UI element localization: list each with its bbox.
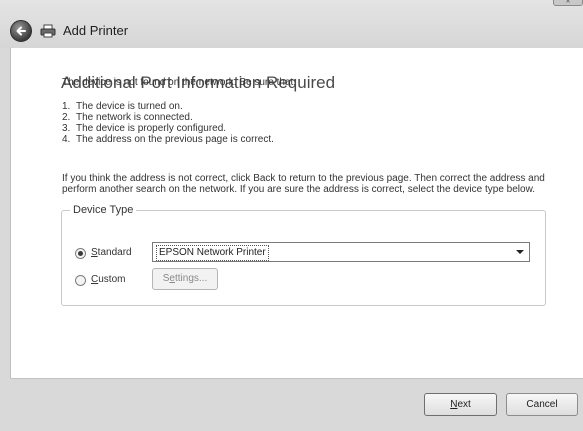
- radio-selected-dot: [78, 251, 83, 256]
- back-button[interactable]: [10, 20, 32, 42]
- instructions-text: If you think the address is not correct,…: [62, 173, 545, 195]
- next-button[interactable]: Next: [424, 393, 497, 416]
- select-value: EPSON Network Printer: [156, 245, 269, 261]
- window-title: Add Printer: [63, 23, 129, 38]
- close-button-edge[interactable]: ✕: [553, 0, 583, 6]
- device-type-legend: Device Type: [70, 203, 137, 217]
- back-arrow-icon: [16, 26, 26, 36]
- list-item: 2. The network is connected.: [62, 112, 193, 123]
- standard-radio-label[interactable]: Standard: [91, 247, 132, 259]
- list-item: 1. The device is turned on.: [62, 101, 183, 112]
- list-item: 4. The address on the previous page is co…: [62, 134, 274, 145]
- intro-text: The device is not found on the network. …: [62, 77, 297, 88]
- standard-radio[interactable]: [75, 248, 86, 259]
- cancel-button[interactable]: Cancel: [506, 393, 578, 416]
- chevron-down-icon[interactable]: [511, 243, 529, 261]
- custom-radio[interactable]: [75, 275, 86, 286]
- custom-radio-label[interactable]: Custom: [91, 274, 125, 286]
- settings-button[interactable]: Settings...: [152, 268, 218, 290]
- standard-device-select[interactable]: EPSON Network Printer: [152, 242, 530, 262]
- printer-icon: [40, 24, 56, 38]
- list-item: 3. The device is properly configured.: [62, 123, 227, 134]
- footer-divider: [10, 378, 583, 379]
- checklist: 1. The device is turned on. 2. The network…: [62, 101, 274, 145]
